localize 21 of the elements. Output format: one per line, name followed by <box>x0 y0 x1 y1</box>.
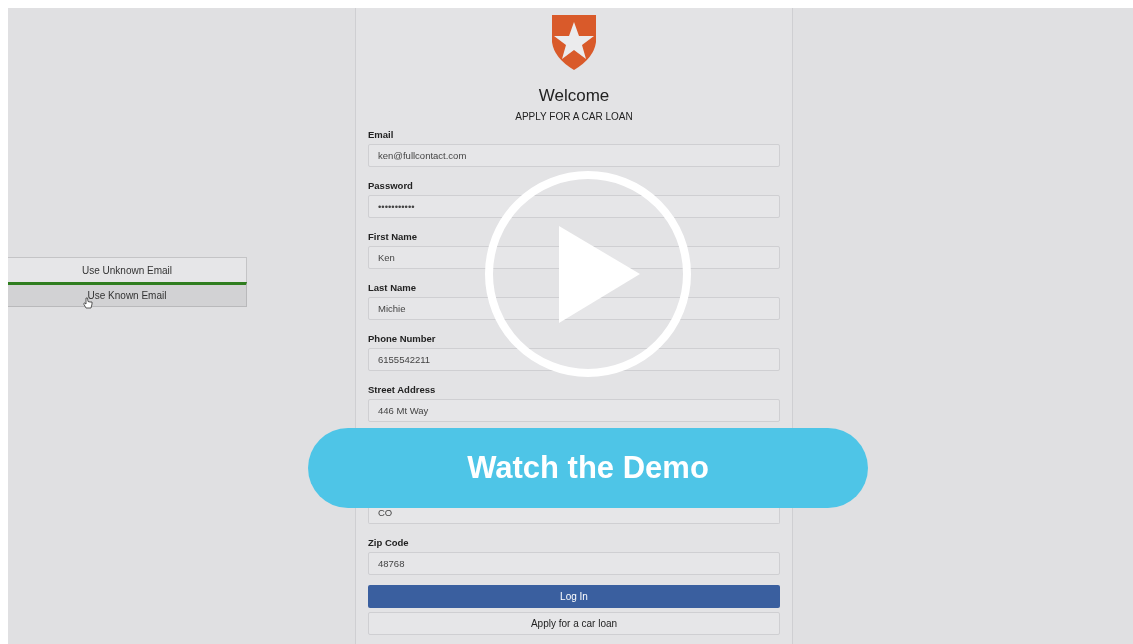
input-field[interactable]: ••••••••••• <box>368 195 780 218</box>
log-in-button[interactable]: Log In <box>368 585 780 608</box>
apply-button[interactable]: Apply for a car loan <box>368 612 780 635</box>
input-field[interactable]: ken@fullcontact.com <box>368 144 780 167</box>
field-label: Last Name <box>368 281 418 295</box>
form-subtitle: APPLY FOR A CAR LOAN <box>515 110 633 124</box>
field-label: Email <box>368 128 395 142</box>
form-title: Welcome <box>538 86 610 106</box>
hand-cursor-icon <box>83 297 93 309</box>
input-field[interactable]: 446 Mt Way <box>368 399 780 422</box>
field-label: Zip Code <box>368 536 410 550</box>
field-label: Phone Number <box>368 332 437 346</box>
demo-button[interactable]: Use Unknown Email <box>8 257 247 282</box>
input-field[interactable]: Michie <box>368 297 780 320</box>
input-field[interactable]: 48768 <box>368 552 780 575</box>
shield-star-logo <box>549 12 599 70</box>
field-label: Password <box>368 179 414 193</box>
field-label: Street Address <box>368 383 437 397</box>
input-field[interactable]: 6155542211 <box>368 348 780 371</box>
field-label: First Name <box>368 230 419 244</box>
demo-button[interactable]: Use Known Email <box>8 282 247 307</box>
